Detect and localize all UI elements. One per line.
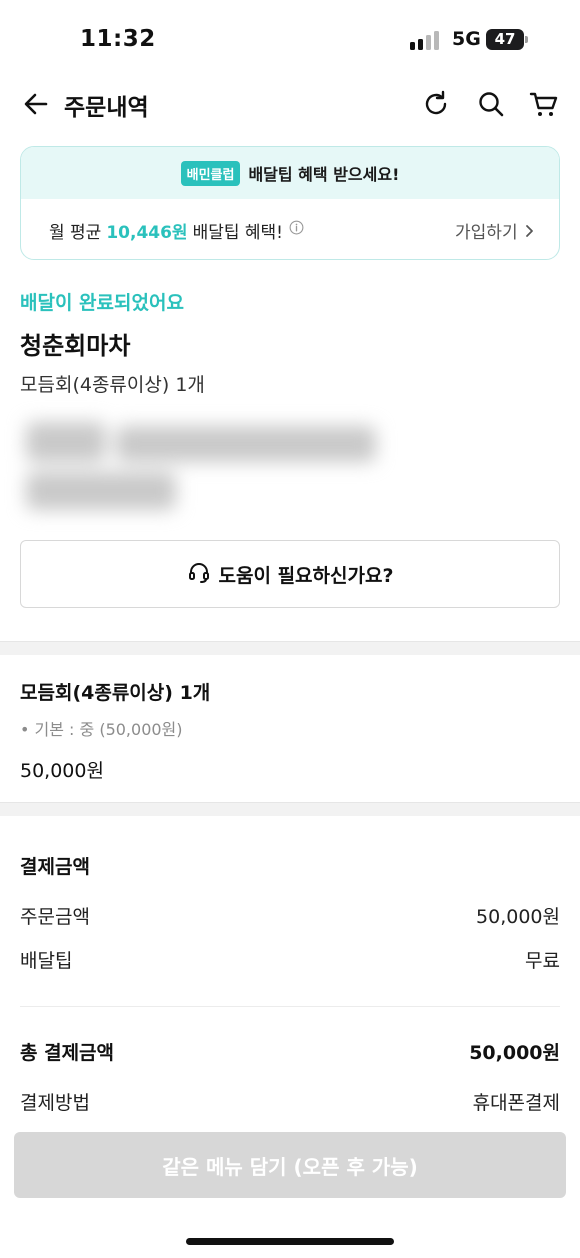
payment-method-row: 결제방법 휴대폰결제 bbox=[20, 1088, 560, 1115]
payment-divider bbox=[20, 1006, 560, 1007]
status-bar: 11:32 5G 47 bbox=[0, 0, 580, 78]
club-benefit-prefix: 월 평균 bbox=[49, 222, 102, 243]
cellular-signal-icon bbox=[410, 30, 442, 50]
delivery-tip-row: 배달팁 무료 bbox=[20, 946, 560, 973]
order-amount-label: 주문금액 bbox=[20, 906, 90, 928]
back-arrow-icon[interactable] bbox=[20, 88, 52, 120]
menu-option: • 기본 : 중 (50,000원) bbox=[20, 720, 183, 739]
headset-icon bbox=[187, 560, 211, 588]
order-item-summary: 모듬회(4종류이상) 1개 bbox=[20, 374, 205, 396]
redacted-area bbox=[16, 412, 386, 520]
payment-heading: 결제금액 bbox=[20, 856, 90, 878]
total-value: 50,000원 bbox=[469, 1042, 560, 1064]
club-promo-text: 배달팁 혜택 받으세요! bbox=[248, 165, 400, 184]
battery-icon: 47 bbox=[486, 29, 528, 50]
menu-price: 50,000원 bbox=[20, 760, 104, 782]
help-label: 도움이 필요하신가요? bbox=[218, 564, 394, 587]
club-benefit-row: 월 평균 10,446원 배달팁 혜택! 가입하기 bbox=[21, 199, 559, 259]
delivery-tip-label: 배달팁 bbox=[20, 950, 73, 972]
payment-method-label: 결제방법 bbox=[20, 1092, 90, 1114]
delivery-tip-value: 무료 bbox=[525, 950, 560, 972]
refresh-icon[interactable] bbox=[420, 88, 452, 120]
search-icon[interactable] bbox=[475, 88, 507, 120]
club-benefit-suffix: 배달팁 혜택! bbox=[192, 222, 283, 243]
order-amount-value: 50,000원 bbox=[476, 906, 560, 928]
reorder-button[interactable]: 같은 메뉴 담기 (오픈 후 가능) bbox=[14, 1132, 566, 1198]
home-indicator bbox=[186, 1238, 394, 1245]
club-banner-top: 배민클럽 배달팁 혜택 받으세요! bbox=[21, 147, 559, 199]
club-badge: 배민클럽 bbox=[180, 160, 241, 186]
help-button[interactable]: 도움이 필요하신가요? bbox=[20, 540, 560, 608]
info-icon[interactable] bbox=[289, 220, 304, 240]
payment-method-value: 휴대폰결제 bbox=[472, 1092, 560, 1114]
menu-name: 모듬회(4종류이상) 1개 bbox=[20, 682, 211, 704]
club-join-label: 가입하기 bbox=[455, 223, 518, 243]
page-title: 주문내역 bbox=[64, 95, 149, 121]
total-row: 총 결제금액 50,000원 bbox=[20, 1038, 560, 1065]
battery-level: 47 bbox=[494, 30, 516, 48]
app-header: 주문내역 bbox=[0, 78, 580, 128]
order-amount-row: 주문금액 50,000원 bbox=[20, 902, 560, 929]
section-divider bbox=[0, 641, 580, 655]
section-divider bbox=[0, 802, 580, 816]
cart-icon[interactable] bbox=[528, 88, 560, 120]
club-banner[interactable]: 배민클럽 배달팁 혜택 받으세요! 월 평균 10,446원 배달팁 혜택! 가… bbox=[20, 146, 560, 260]
delivery-status: 배달이 완료되었어요 bbox=[20, 292, 184, 314]
club-join-link[interactable]: 가입하기 bbox=[455, 218, 535, 243]
network-type: 5G bbox=[452, 28, 481, 50]
store-name[interactable]: 청춘회마차 bbox=[20, 326, 130, 361]
chevron-right-icon bbox=[523, 223, 535, 243]
total-label: 총 결제금액 bbox=[20, 1042, 115, 1064]
club-benefit-amount: 10,446원 bbox=[106, 222, 188, 243]
status-time: 11:32 bbox=[80, 26, 156, 52]
